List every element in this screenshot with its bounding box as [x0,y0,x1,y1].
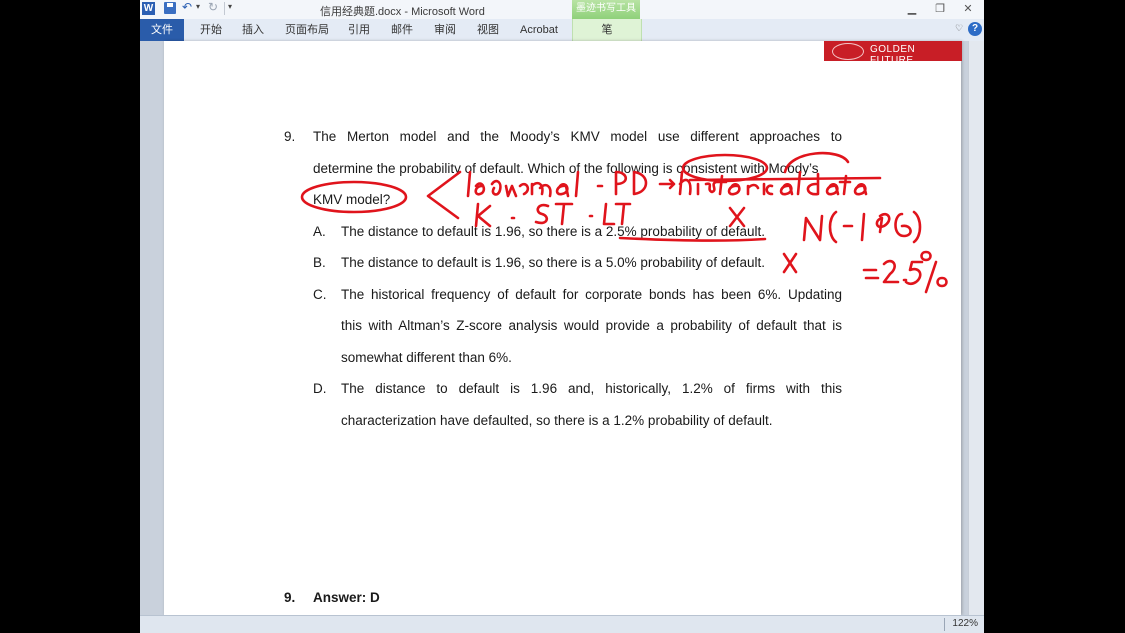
tab-view[interactable]: 视图 [477,19,499,41]
save-icon[interactable] [164,2,176,14]
word-window: W ↶ ▾ ↻ ▾ 信用经典题.docx - Microsoft Word 墨迹… [140,0,984,633]
tab-home[interactable]: 开始 [200,19,222,41]
minimize-icon[interactable]: ▁ [900,1,924,17]
logo-text: GOLDEN FUTURE [870,44,916,66]
undo-dropdown-icon[interactable]: ▾ [196,2,200,11]
status-bar: 122% [140,615,984,633]
tab-references[interactable]: 引用 [348,19,370,41]
window-title: 信用经典题.docx - Microsoft Word [320,6,485,18]
document-page[interactable]: GOLDEN FUTURE 9. The Merton model and th… [164,41,962,615]
restore-icon[interactable]: ❐ [928,1,952,17]
tab-page-layout[interactable]: 页面布局 [285,19,329,41]
answer-text: Answer: D [313,590,380,605]
question-line: KMV model? [313,192,391,207]
document-area: GOLDEN FUTURE 9. The Merton model and th… [140,41,984,615]
tab-file[interactable]: 文件 [140,19,184,41]
zoom-level[interactable]: 122% [952,618,978,629]
option-b-text: The distance to default is 1.96, so ther… [341,255,766,270]
ribbon-tabs: 文件 开始 插入 页面布局 引用 邮件 审阅 视图 Acrobat 笔 ♡ ? [140,19,984,42]
customize-toolbar-icon[interactable]: ▾ [228,2,232,11]
question-number: 9. [284,129,296,144]
option-c-line: somewhat different than 6%. [341,350,512,365]
tab-mailings[interactable]: 邮件 [391,19,413,41]
tab-pen[interactable]: 笔 [572,19,642,41]
undo-icon[interactable]: ↶ [182,0,192,14]
header-logo: GOLDEN FUTURE [824,41,962,66]
question-line: The Merton model and the Moody’s KMV mod… [313,129,842,144]
minimize-ribbon-icon[interactable]: ♡ [955,23,963,34]
option-b-letter: B. [313,255,326,270]
answer-number: 9. [284,590,296,605]
title-bar: W ↶ ▾ ↻ ▾ 信用经典题.docx - Microsoft Word 墨迹… [140,0,984,20]
help-icon[interactable]: ? [968,22,982,36]
logo-emblem [832,43,864,60]
question-line: determine the probability of default. Wh… [313,161,819,176]
tab-acrobat[interactable]: Acrobat [520,19,558,41]
vertical-scrollbar[interactable] [968,41,984,615]
option-a-letter: A. [313,224,326,239]
word-app-icon[interactable]: W [142,2,155,15]
option-d-line: The distance to default is 1.96 and, his… [341,381,842,396]
option-d-line: characterization have defaulted, so ther… [341,413,773,428]
close-icon[interactable]: ✕ [956,1,980,17]
tab-insert[interactable]: 插入 [242,19,264,41]
option-d-letter: D. [313,381,327,396]
status-divider [944,618,945,631]
option-a-text: The distance to default is 1.96, so ther… [341,224,766,239]
option-c-letter: C. [313,287,327,302]
option-c-line: this with Altman’s Z-score analysis woul… [341,318,842,333]
redo-icon[interactable]: ↻ [208,0,218,14]
tab-review[interactable]: 审阅 [434,19,456,41]
toolbar-divider [224,2,225,15]
option-c-line: The historical frequency of default for … [341,287,842,302]
contextual-group-label: 墨迹书写工具 [572,0,640,19]
